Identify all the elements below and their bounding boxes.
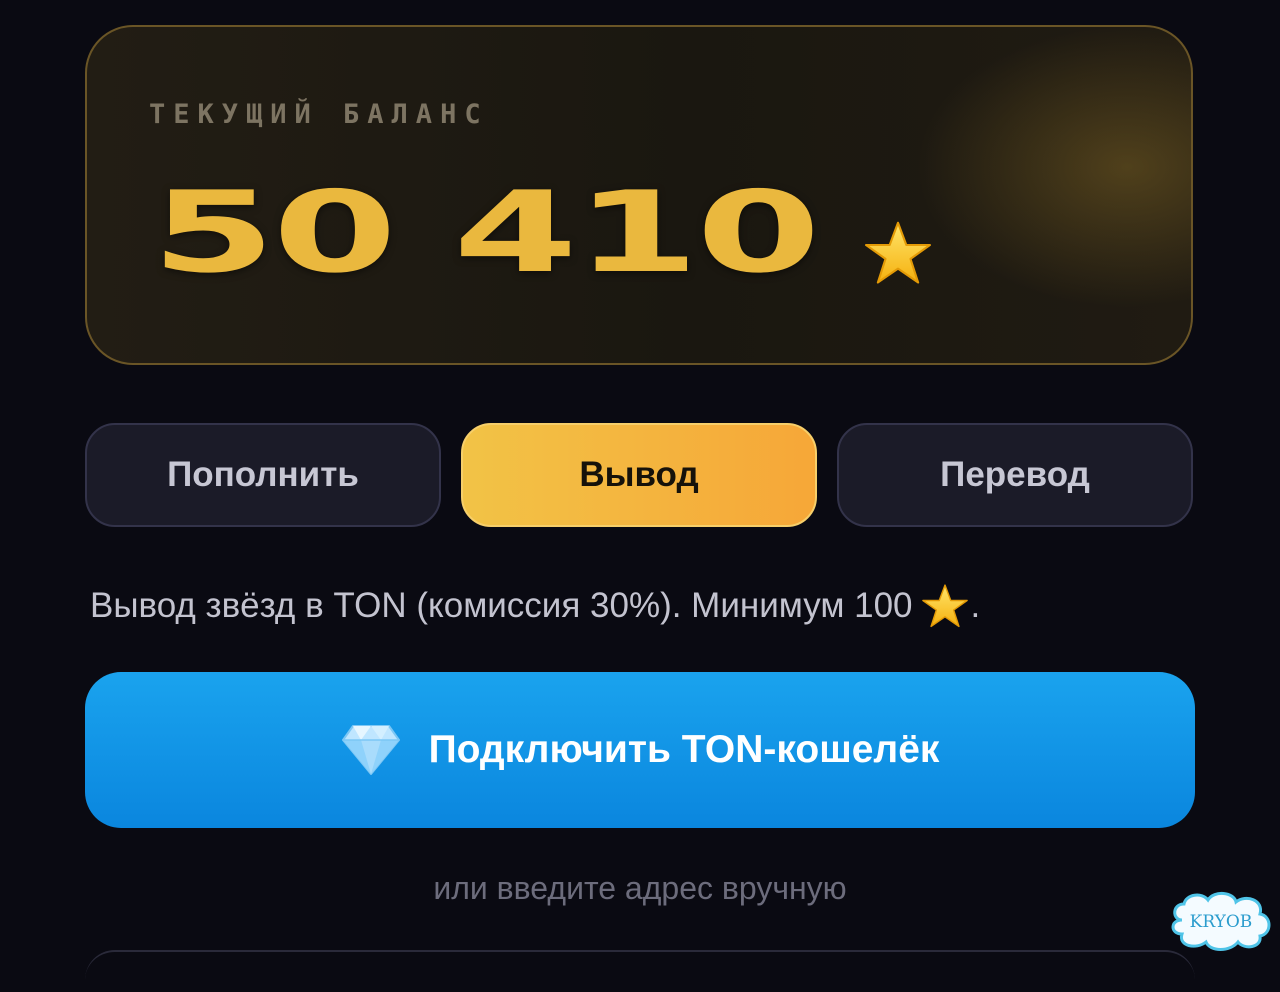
connect-ton-wallet-button[interactable]: Подключить TON-кошелёк <box>85 672 1195 828</box>
star-icon <box>865 221 931 284</box>
connect-ton-wallet-label: Подключить TON-кошелёк <box>428 728 940 771</box>
svg-text:KRYOB: KRYOB <box>1190 912 1253 932</box>
transfer-button[interactable]: Перевод <box>837 423 1193 527</box>
diamond-icon <box>341 725 400 775</box>
kryob-watermark-logo: KRYOB <box>1171 892 1271 951</box>
star-icon <box>921 584 968 628</box>
withdraw-info: Вывод звёзд в TON (комиссия 30%). Миниму… <box>90 583 980 629</box>
withdraw-info-text: Вывод звёзд в TON (комиссия 30%). Миниму… <box>90 586 913 625</box>
withdraw-info-suffix: . <box>970 586 981 625</box>
topup-button-label: Пополнить <box>167 455 359 494</box>
balance-card: ТЕКУЩИЙ БАЛАНС 50 410 <box>85 25 1193 365</box>
transfer-button-label: Перевод <box>940 455 1090 494</box>
balance-amount: 50 410 <box>151 168 821 298</box>
manual-address-link[interactable]: или введите адрес вручную <box>0 870 1280 907</box>
topup-button[interactable]: Пополнить <box>85 423 441 527</box>
withdraw-button[interactable]: Вывод <box>461 423 817 527</box>
address-input-partial[interactable] <box>85 950 1195 992</box>
withdraw-button-label: Вывод <box>579 455 699 494</box>
balance-label: ТЕКУЩИЙ БАЛАНС <box>149 99 489 130</box>
